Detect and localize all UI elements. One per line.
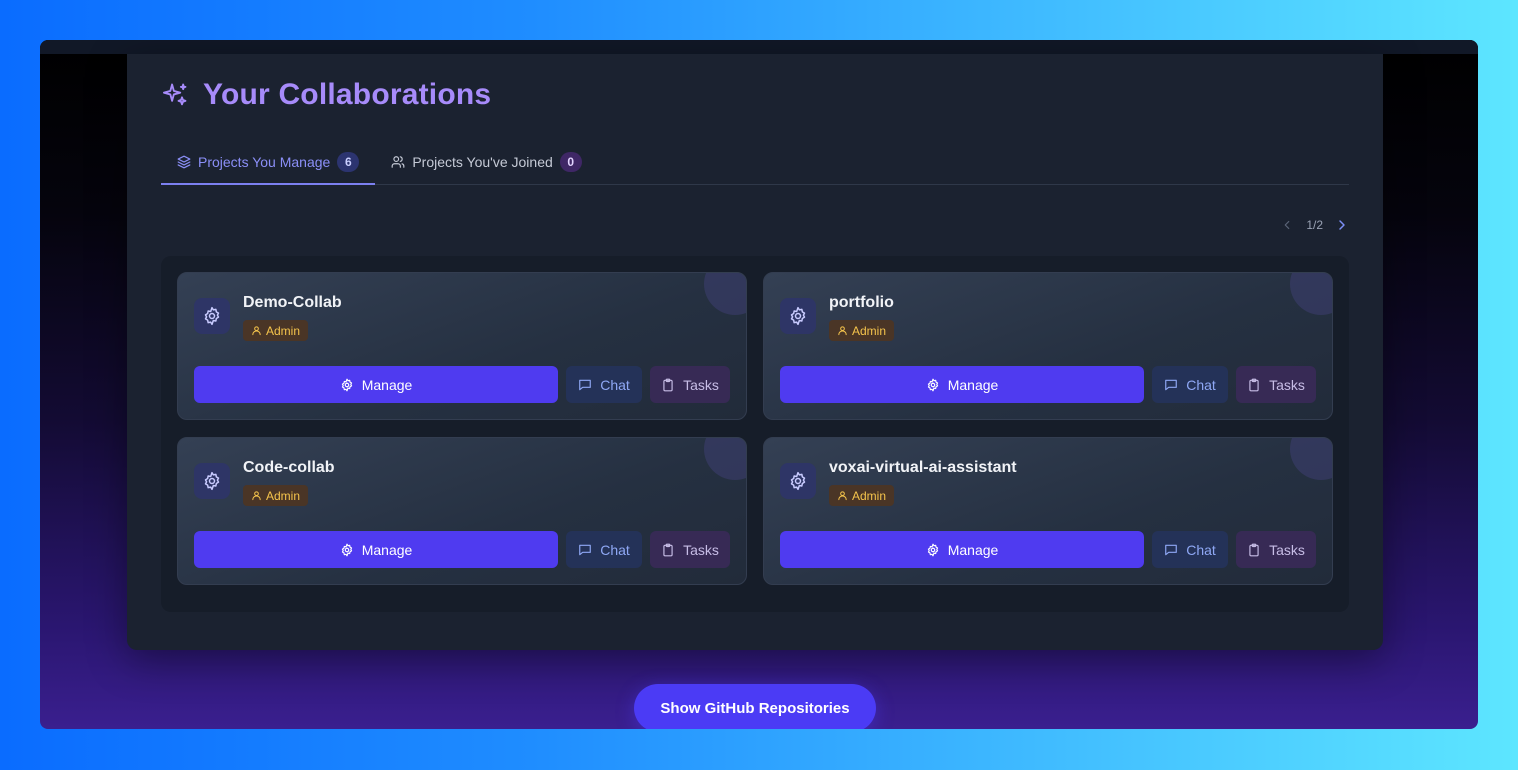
message-square-icon (579, 544, 592, 555)
manage-button[interactable]: Manage (780, 366, 1144, 403)
settings-icon (341, 378, 352, 391)
layers-icon (177, 155, 191, 168)
settings-icon (780, 463, 816, 499)
card-decoration (1290, 438, 1332, 480)
next-page-button[interactable] (1333, 216, 1351, 234)
role-badge: Admin (829, 320, 895, 341)
settings-icon (341, 543, 352, 556)
chat-button[interactable]: Chat (1152, 531, 1228, 568)
message-square-icon (1165, 544, 1178, 555)
role-label: Admin (266, 323, 301, 338)
tab-projects-you-manage[interactable]: Projects You Manage 6 (161, 140, 376, 185)
role-badge: Admin (243, 485, 309, 506)
clipboard-icon (663, 378, 673, 391)
chat-button[interactable]: Chat (1152, 366, 1228, 403)
user-icon (252, 326, 261, 336)
tasks-button[interactable]: Tasks (1236, 366, 1316, 403)
card-decoration (704, 438, 746, 480)
page-title: Your Collaborations (203, 78, 492, 111)
project-name: Demo-Collab (243, 294, 342, 311)
tab-label: Projects You Manage (198, 153, 331, 170)
settings-icon (927, 378, 938, 391)
message-square-icon (579, 379, 592, 390)
chat-label: Chat (1186, 376, 1216, 393)
tasks-label: Tasks (683, 376, 719, 393)
chat-label: Chat (600, 541, 630, 558)
project-card: voxai-virtual-ai-assistant Admin Manage … (763, 437, 1333, 585)
chat-label: Chat (600, 376, 630, 393)
clipboard-icon (663, 543, 673, 556)
manage-button[interactable]: Manage (194, 366, 558, 403)
pagination: 1/2 (1278, 216, 1351, 234)
project-name: portfolio (829, 294, 894, 311)
role-badge: Admin (243, 320, 309, 341)
project-card: Code-collab Admin Manage Chat Tasks (177, 437, 747, 585)
card-decoration (704, 273, 746, 315)
settings-icon (927, 543, 938, 556)
tasks-button[interactable]: Tasks (650, 531, 730, 568)
tasks-button[interactable]: Tasks (1236, 531, 1316, 568)
tasks-label: Tasks (1269, 541, 1305, 558)
message-square-icon (1165, 379, 1178, 390)
card-decoration (1290, 273, 1332, 315)
collaborations-panel: Your Collaborations Projects You Manage … (127, 54, 1383, 650)
chevron-left-icon (1284, 220, 1290, 230)
chat-label: Chat (1186, 541, 1216, 558)
user-icon (838, 491, 847, 501)
role-label: Admin (852, 323, 887, 338)
top-bar (40, 40, 1478, 54)
role-label: Admin (266, 488, 301, 503)
tasks-button[interactable]: Tasks (650, 366, 730, 403)
tasks-label: Tasks (683, 541, 719, 558)
tab-projects-youve-joined[interactable]: Projects You've Joined 0 (375, 140, 597, 184)
count-badge: 6 (337, 151, 360, 172)
project-card: portfolio Admin Manage Chat Tasks (763, 272, 1333, 420)
project-grid: Demo-Collab Admin Manage Chat Tasks port… (161, 256, 1349, 612)
section-header: Your Collaborations (161, 78, 491, 112)
role-badge: Admin (829, 485, 895, 506)
sparkles-icon (162, 83, 187, 106)
manage-label: Manage (361, 541, 413, 558)
manage-button[interactable]: Manage (780, 531, 1144, 568)
clipboard-icon (1249, 378, 1259, 391)
role-label: Admin (852, 488, 887, 503)
manage-button[interactable]: Manage (194, 531, 558, 568)
tab-bar: Projects You Manage 6 Projects You've Jo… (161, 140, 1349, 185)
chat-button[interactable]: Chat (566, 531, 642, 568)
project-card: Demo-Collab Admin Manage Chat Tasks (177, 272, 747, 420)
user-icon (252, 491, 261, 501)
manage-label: Manage (361, 376, 413, 393)
project-name: Code-collab (243, 459, 335, 476)
manage-label: Manage (947, 541, 999, 558)
previous-page-button[interactable] (1278, 216, 1296, 234)
page-indicator: 1/2 (1306, 218, 1323, 232)
user-icon (838, 326, 847, 336)
chat-button[interactable]: Chat (566, 366, 642, 403)
chevron-right-icon (1339, 220, 1345, 230)
project-name: voxai-virtual-ai-assistant (829, 459, 1017, 476)
tab-label: Projects You've Joined (412, 154, 553, 170)
settings-icon (780, 298, 816, 334)
manage-label: Manage (947, 376, 999, 393)
users-icon (391, 156, 405, 168)
settings-icon (194, 298, 230, 334)
clipboard-icon (1249, 543, 1259, 556)
settings-icon (194, 463, 230, 499)
tasks-label: Tasks (1269, 376, 1305, 393)
count-badge: 0 (559, 152, 582, 172)
app-window: Your Collaborations Projects You Manage … (40, 40, 1478, 729)
show-github-repositories-button[interactable]: Show GitHub Repositories (634, 684, 876, 729)
